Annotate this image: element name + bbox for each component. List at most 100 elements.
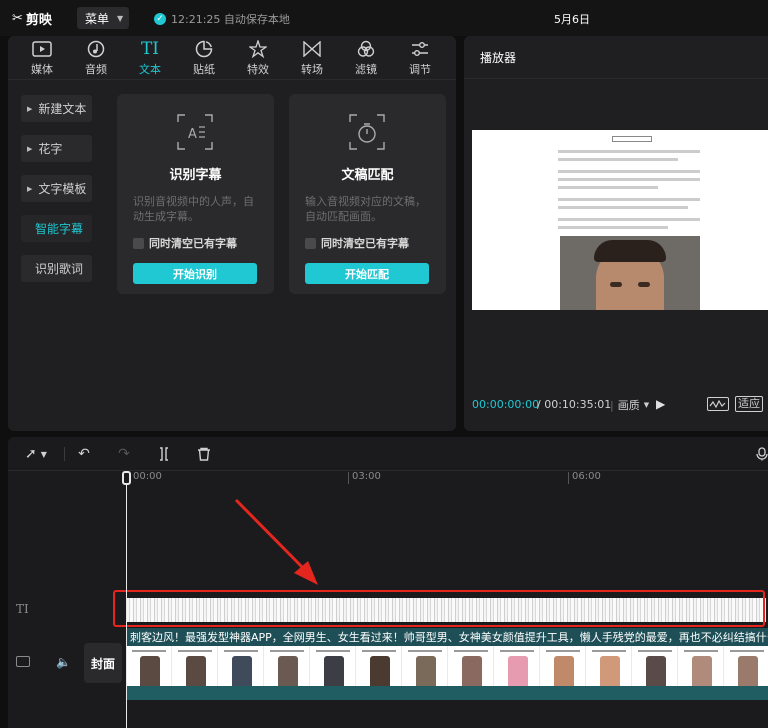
tab-effects[interactable]: 特效 bbox=[231, 36, 285, 80]
sidebar-item-new-text[interactable]: ▶ 新建文本 bbox=[21, 95, 92, 122]
ruler-tick bbox=[568, 472, 569, 484]
tab-sticker[interactable]: 贴纸 bbox=[177, 36, 231, 80]
video-thumbnail bbox=[724, 646, 768, 686]
caret-right-icon: ▶ bbox=[27, 144, 33, 153]
effects-icon bbox=[249, 39, 267, 59]
app-logo: ✂ 剪映 bbox=[12, 9, 52, 28]
separator: | bbox=[610, 398, 614, 412]
preview-text-line bbox=[558, 198, 700, 201]
tab-text-label: 文本 bbox=[139, 63, 161, 76]
chevron-down-icon: ▼ bbox=[40, 449, 47, 459]
menu-button[interactable]: 菜单 ▼ bbox=[77, 7, 129, 29]
clear-captions-checkbox[interactable]: 同时清空已有字幕 bbox=[305, 235, 409, 251]
video-thumbnail bbox=[540, 646, 586, 686]
tab-transition[interactable]: 转场 bbox=[285, 36, 339, 80]
play-icon[interactable]: ▶ bbox=[656, 397, 665, 411]
sidebar-item-fancy-text[interactable]: ▶ 花字 bbox=[21, 135, 92, 162]
caret-down-icon: ▼ bbox=[643, 401, 650, 409]
video-thumbnail bbox=[494, 646, 540, 686]
video-thumbnail bbox=[172, 646, 218, 686]
start-recognize-button[interactable]: 开始识别 bbox=[133, 263, 257, 284]
thumbnail-line bbox=[270, 650, 304, 652]
caption-clip[interactable]: 刺客边风！最强发型神器APP，全网男生、女生看过来！帅哥型男、女神美女颜值提升工… bbox=[126, 628, 768, 646]
thumbnail-face bbox=[600, 656, 620, 686]
save-status-text: 12:21:25 自动保存本地 bbox=[171, 13, 290, 26]
caret-right-icon: ▶ bbox=[27, 104, 33, 113]
video-thumbnail bbox=[310, 646, 356, 686]
split-icon[interactable] bbox=[154, 444, 174, 464]
project-title: 5月6日 bbox=[554, 13, 590, 26]
tab-audio[interactable]: 音频 bbox=[69, 36, 123, 80]
thumbnail-face bbox=[140, 656, 160, 686]
preview-text-line bbox=[558, 206, 688, 209]
tab-filter-label: 滤镜 bbox=[355, 63, 377, 76]
tab-media[interactable]: 媒体 bbox=[15, 36, 69, 80]
thumbnail-face bbox=[232, 656, 252, 686]
thumbnail-line bbox=[500, 650, 534, 652]
start-match-button[interactable]: 开始匹配 bbox=[305, 263, 429, 284]
redo-icon[interactable]: ↷ bbox=[114, 444, 134, 464]
text-track-icon: TI bbox=[16, 602, 29, 616]
tab-filter[interactable]: 滤镜 bbox=[339, 36, 393, 80]
preview-text-line bbox=[558, 186, 658, 189]
cover-button[interactable]: 封面 bbox=[84, 643, 122, 683]
video-thumbnail bbox=[218, 646, 264, 686]
quality-dropdown[interactable]: | 画质 ▼ bbox=[610, 397, 649, 413]
annotation-arrow-icon bbox=[234, 498, 318, 585]
chevron-down-icon: ▼ bbox=[117, 13, 124, 23]
playhead-line[interactable] bbox=[126, 471, 127, 728]
portrait-eye bbox=[638, 282, 650, 287]
video-thumbnail bbox=[678, 646, 724, 686]
menu-label: 菜单 bbox=[85, 11, 110, 26]
portrait-image bbox=[560, 236, 700, 310]
tab-text[interactable]: TI 文本 bbox=[123, 36, 177, 80]
caret-right-icon: ▶ bbox=[27, 184, 33, 193]
material-toolbar: 媒体 音频 TI 文本 贴纸 特效 转场 滤镜 调节 bbox=[8, 36, 456, 80]
microphone-icon[interactable] bbox=[756, 444, 768, 464]
preview-text-line bbox=[558, 158, 678, 161]
select-tool-button[interactable]: ➚ ▼ bbox=[16, 444, 56, 464]
card-title: 文稿匹配 bbox=[341, 168, 394, 183]
sidebar-item-label: 文字模板 bbox=[38, 182, 87, 196]
tab-audio-label: 音频 bbox=[85, 63, 107, 76]
video-preview[interactable] bbox=[472, 130, 768, 310]
video-thumbnail bbox=[356, 646, 402, 686]
video-thumbnail bbox=[586, 646, 632, 686]
thumbnail-face bbox=[508, 656, 528, 686]
video-thumbnail bbox=[632, 646, 678, 686]
thumbnail-face bbox=[554, 656, 574, 686]
sidebar-item-smart-captions[interactable]: 智能字幕 bbox=[21, 215, 92, 242]
aspect-fit-button[interactable]: 适应 bbox=[735, 396, 763, 412]
thumbnail-face bbox=[324, 656, 344, 686]
video-thumbnail bbox=[126, 646, 172, 686]
preview-text-line bbox=[558, 218, 700, 221]
preview-text-line bbox=[558, 178, 700, 181]
quality-label: 画质 bbox=[617, 399, 640, 412]
card-description: 输入音视频对应的文稿，自动匹配画面。 bbox=[305, 195, 426, 223]
checkbox-label: 同时清空已有字幕 bbox=[149, 237, 237, 250]
ruler-tick-label: 06:00 bbox=[572, 471, 601, 482]
sidebar-item-text-template[interactable]: ▶ 文字模板 bbox=[21, 175, 92, 202]
audio-track-clip[interactable] bbox=[126, 686, 768, 700]
playhead-handle[interactable] bbox=[122, 471, 131, 485]
tab-transition-label: 转场 bbox=[301, 63, 323, 76]
sidebar-item-lyrics[interactable]: 识别歌词 bbox=[21, 255, 92, 282]
undo-icon[interactable]: ↶ bbox=[74, 444, 94, 464]
sidebar-item-label: 花字 bbox=[38, 142, 63, 156]
filter-icon bbox=[357, 39, 375, 59]
waveform-icon[interactable] bbox=[707, 397, 729, 411]
thumbnail-face bbox=[646, 656, 666, 686]
speaker-icon[interactable]: 🔈 bbox=[56, 655, 71, 669]
check-icon: ✓ bbox=[154, 13, 166, 25]
timer-frame-icon bbox=[349, 114, 385, 150]
media-icon bbox=[32, 39, 52, 59]
thumbnail-face bbox=[186, 656, 206, 686]
video-thumbnail-strip[interactable] bbox=[126, 646, 768, 686]
delete-icon[interactable] bbox=[194, 444, 214, 464]
total-time: / 00:10:35:01 bbox=[537, 398, 612, 411]
checkbox-label: 同时清空已有字幕 bbox=[321, 237, 409, 250]
clear-captions-checkbox[interactable]: 同时清空已有字幕 bbox=[133, 235, 237, 251]
tab-adjust[interactable]: 调节 bbox=[393, 36, 447, 80]
sticker-icon bbox=[195, 39, 213, 59]
tab-adjust-label: 调节 bbox=[409, 63, 431, 76]
